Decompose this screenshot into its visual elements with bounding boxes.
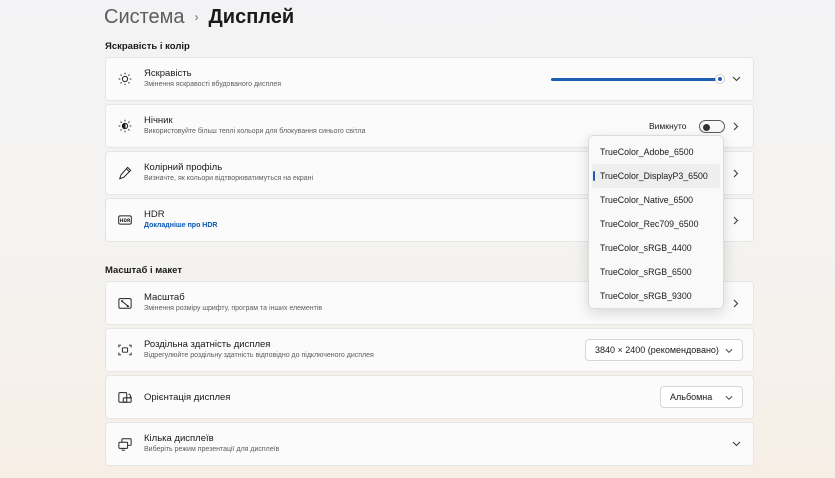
chevron-right-icon[interactable] [731, 297, 741, 309]
night-light-title: Нічник [144, 115, 173, 126]
slider-fill [551, 78, 720, 81]
color-profile-option[interactable]: TrueColor_sRGB_4400 [592, 236, 720, 260]
brightness-slider[interactable] [551, 74, 725, 84]
multiple-displays-icon [117, 436, 133, 452]
chevron-down-icon [725, 346, 733, 354]
orientation-select[interactable]: Альбомна [660, 386, 743, 408]
chevron-down-icon [725, 393, 733, 401]
night-light-icon [117, 118, 133, 134]
chevron-down-icon[interactable] [731, 438, 741, 450]
multiple-displays-subtitle: Виберіть режим презентації для дисплеїв [144, 446, 280, 453]
color-profile-option[interactable]: TrueColor_Native_6500 [592, 188, 720, 212]
section-title-brightness-color: Яскравість і колір [105, 41, 190, 52]
breadcrumb-separator-icon: › [194, 10, 199, 24]
color-profile-option[interactable]: TrueColor_sRGB_9300 [592, 284, 720, 308]
resolution-icon [117, 342, 133, 358]
orientation-title: Орієнтація дисплея [144, 392, 231, 403]
multiple-displays-card[interactable]: Кілька дисплеїв Виберіть режим презентац… [105, 422, 754, 466]
breadcrumb-parent[interactable]: Система [104, 6, 185, 29]
resolution-subtitle: Відрегулюйте роздільну здатність відпові… [144, 352, 374, 359]
chevron-down-icon[interactable] [731, 73, 741, 85]
scale-title: Масштаб [144, 292, 185, 303]
hdr-icon: HDR [117, 212, 133, 228]
chevron-right-icon[interactable] [731, 167, 741, 179]
night-light-toggle[interactable] [699, 120, 725, 133]
night-light-subtitle: Використовуйте більш теплі кольори для б… [144, 128, 366, 135]
color-profile-option[interactable]: TrueColor_sRGB_6500 [592, 260, 720, 284]
pen-icon [117, 165, 133, 181]
brightness-subtitle: Змінення яскравості вбудованого дисплея [144, 81, 282, 88]
resolution-title: Роздільна здатність дисплея [144, 339, 271, 350]
scale-icon [117, 295, 133, 311]
section-title-scale-layout: Масштаб і макет [105, 265, 182, 276]
sun-icon [117, 71, 133, 87]
orientation-card: Орієнтація дисплея Альбомна [105, 375, 754, 419]
svg-text:HDR: HDR [120, 218, 131, 224]
night-light-status: Вимкнуто [649, 121, 687, 131]
hdr-learn-more-link[interactable]: Докладніше про HDR [144, 221, 217, 231]
color-profile-option[interactable]: TrueColor_Rec709_6500 [592, 212, 720, 236]
color-profile-title: Колірний профіль [144, 162, 223, 173]
multiple-displays-title: Кілька дисплеїв [144, 433, 214, 444]
color-profile-subtitle: Визначте, як кольори відтворюватимуться … [144, 175, 314, 182]
color-profile-option[interactable]: TrueColor_Adobe_6500 [592, 140, 720, 164]
scale-subtitle: Змінення розміру шрифту, програм та інши… [144, 305, 323, 312]
hdr-title: HDR [144, 209, 165, 220]
orientation-value: Альбомна [670, 392, 713, 402]
resolution-card: Роздільна здатність дисплея Відрегулюйте… [105, 328, 754, 372]
chevron-right-icon[interactable] [731, 214, 741, 226]
color-profile-dropdown: TrueColor_Adobe_6500 TrueColor_DisplayP3… [588, 135, 724, 309]
slider-thumb[interactable] [714, 74, 725, 84]
chevron-right-icon[interactable] [731, 120, 741, 132]
breadcrumb: Система › Дисплей [104, 4, 294, 30]
resolution-select[interactable]: 3840 × 2400 (рекомендовано) [585, 339, 743, 361]
brightness-card[interactable]: Яскравість Змінення яскравості вбудовано… [105, 57, 754, 101]
brightness-title: Яскравість [144, 68, 192, 79]
orientation-icon [117, 389, 133, 405]
page-title: Дисплей [208, 5, 295, 28]
resolution-value: 3840 × 2400 (рекомендовано) [595, 345, 719, 355]
color-profile-option[interactable]: TrueColor_DisplayP3_6500 [592, 164, 720, 188]
